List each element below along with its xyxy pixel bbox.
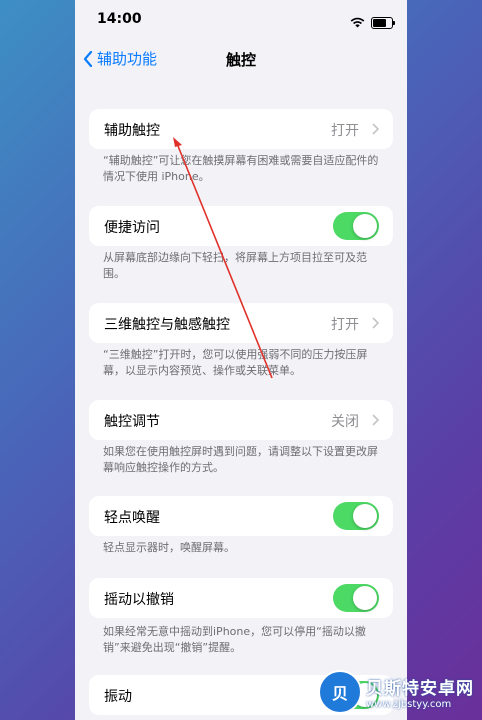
status-time: 14:00 [97, 11, 142, 27]
watermark-url: www.zjbstyy.com [366, 699, 452, 710]
row-label: 触控调节 [104, 414, 160, 430]
chevron-right-icon [372, 123, 379, 135]
watermark: 贝 贝斯特安卓网 www.zjbstyy.com [318, 670, 474, 714]
tap-to-wake-row: 轻点唤醒 [89, 496, 393, 536]
chevron-right-icon [372, 414, 379, 426]
tap-to-wake-footnote: 轻点显示器时，唤醒屏幕。 [103, 541, 235, 554]
3d-touch-row[interactable]: 三维触控与触感触控 打开 [89, 303, 393, 343]
tap-to-wake-toggle[interactable] [333, 502, 379, 530]
3d-touch-footnote: “三维触控”打开时，您可以使用强弱不同的压力按压屏幕，以显示内容预览、操作或关联… [103, 348, 368, 377]
nav-bar: 辅助功能 触控 [75, 44, 407, 74]
row-label: 辅助触控 [104, 123, 160, 139]
assistive-touch-row[interactable]: 辅助触控 打开 [89, 109, 393, 149]
assistive-touch-footnote: “辅助触控”可让您在触摸屏幕有困难或需要自适应配件的情况下使用 iPhone。 [103, 154, 379, 183]
wifi-icon [350, 13, 365, 32]
row-label: 轻点唤醒 [104, 510, 160, 526]
row-value: 关闭 [331, 414, 359, 430]
battery-icon [371, 16, 395, 29]
touch-accommodations-row[interactable]: 触控调节 关闭 [89, 400, 393, 440]
row-value: 打开 [331, 123, 359, 139]
watermark-text: 贝斯特安卓网 www.zjbstyy.com [366, 674, 474, 710]
status-bar: 14:00 [75, 0, 407, 40]
chevron-right-icon [372, 317, 379, 329]
phone-screen: 14:00 辅助功能 触控 辅助触控 打开 “辅助触控”可让您在触摸屏幕有困难或… [75, 0, 407, 720]
reachability-toggle[interactable] [333, 212, 379, 240]
shake-to-undo-row: 摇动以撤销 [89, 578, 393, 618]
watermark-name: 贝斯特安卓网 [366, 679, 474, 699]
shake-to-undo-footnote: 如果经常无意中摇动到iPhone，您可以停用“摇动以撤销”来避免出现“撤销”提醒… [103, 625, 366, 654]
reachability-row: 便捷访问 [89, 206, 393, 246]
row-value: 打开 [331, 317, 359, 333]
row-label: 摇动以撤销 [104, 592, 174, 608]
page-title: 触控 [225, 51, 256, 69]
row-label: 振动 [104, 689, 132, 705]
shake-to-undo-toggle[interactable] [333, 584, 379, 612]
status-icons [350, 13, 395, 32]
touch-accommodations-footnote: 如果您在使用触控屏时遇到问题，请调整以下设置更改屏幕响应触控操作的方式。 [103, 445, 378, 474]
watermark-logo-icon: 贝 [318, 670, 362, 714]
row-label: 三维触控与触感触控 [104, 317, 230, 333]
reachability-footnote: 从屏幕底部边缘向下轻扫，将屏幕上方项目拉至可及范围。 [103, 251, 367, 280]
row-label: 便捷访问 [104, 220, 160, 236]
